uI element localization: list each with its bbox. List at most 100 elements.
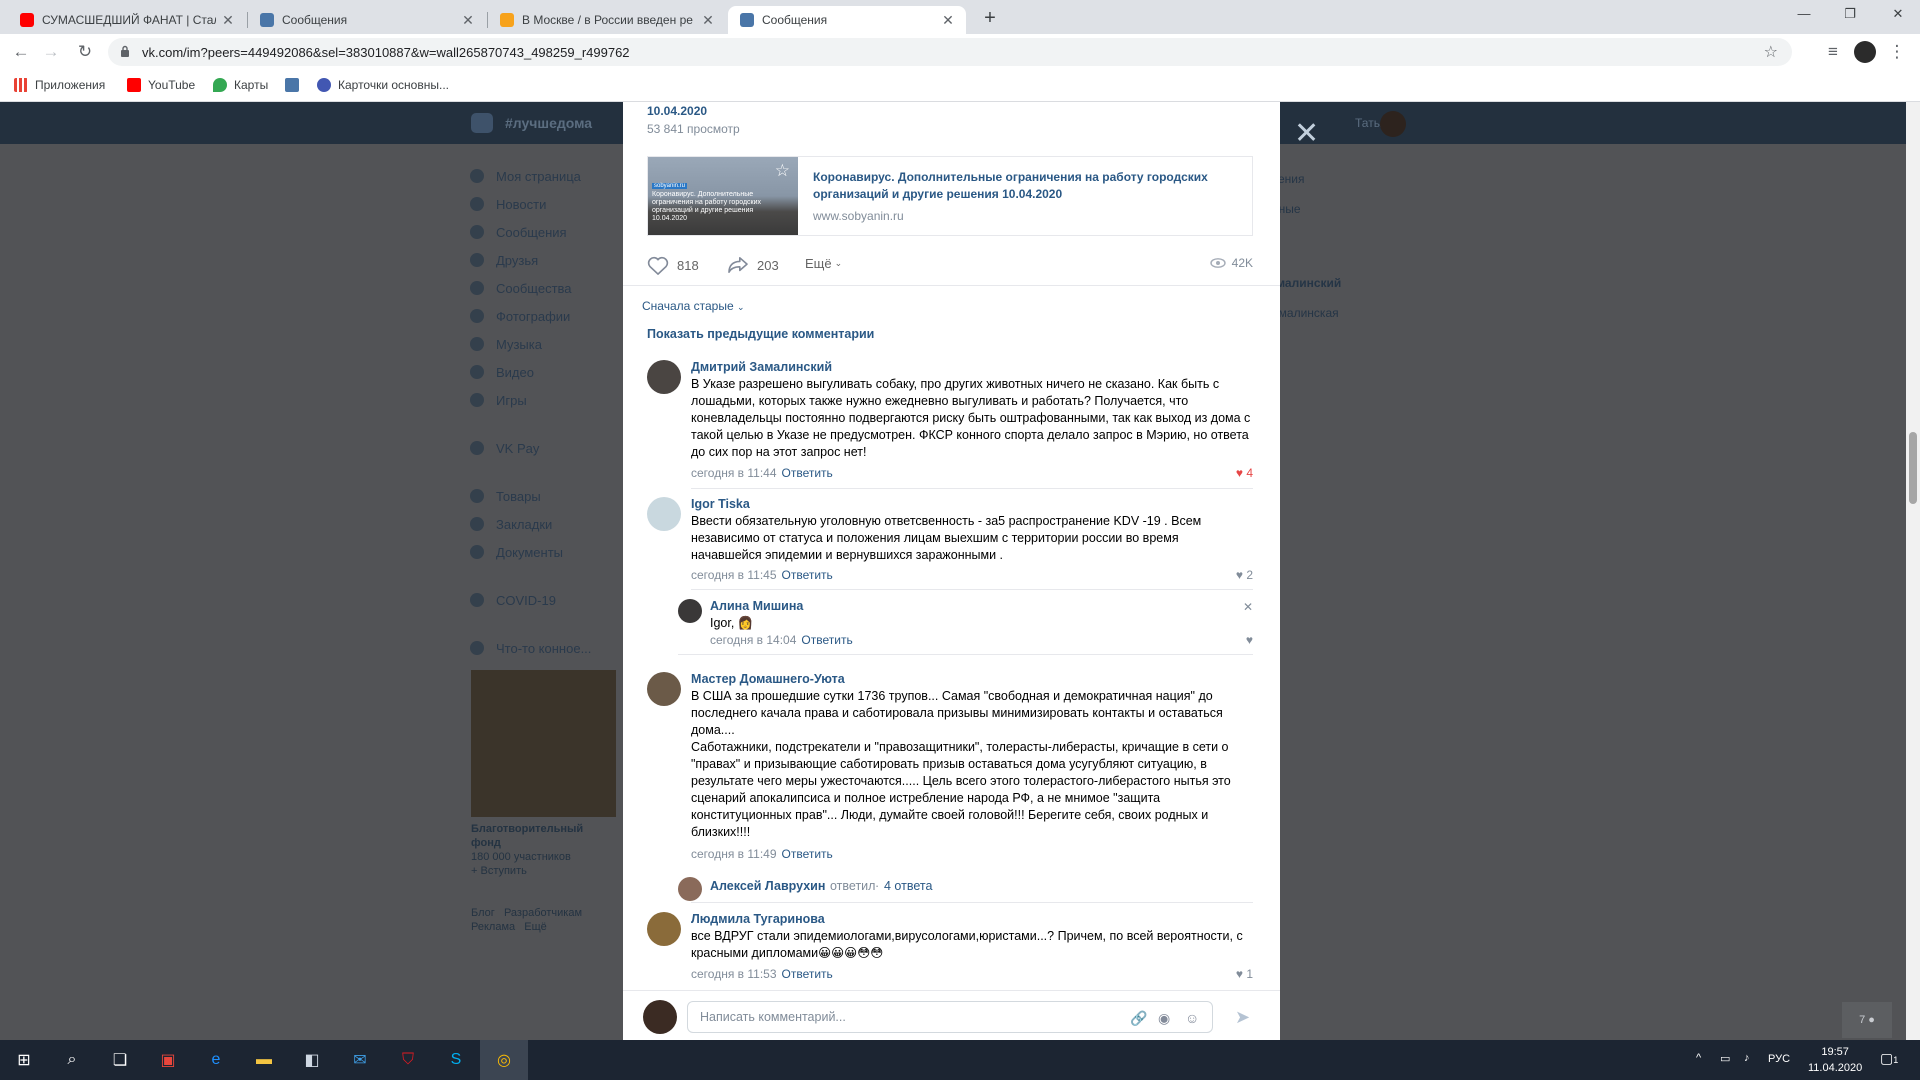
- menu-item[interactable]: Товары: [470, 482, 630, 510]
- avatar[interactable]: [643, 1000, 677, 1034]
- bookmark-vk[interactable]: [285, 78, 306, 92]
- close-icon[interactable]: ✕: [222, 12, 234, 29]
- scrollbar-thumb[interactable]: [1909, 432, 1917, 504]
- menu-item[interactable]: Моя страница: [470, 162, 630, 190]
- edge-icon[interactable]: e: [192, 1040, 240, 1080]
- thread-replies-count[interactable]: 4 ответа: [884, 879, 932, 893]
- close-icon[interactable]: ✕: [462, 12, 474, 29]
- footer-link[interactable]: Реклама: [471, 921, 515, 933]
- comment-like-button[interactable]: ♥ 4: [1236, 466, 1253, 480]
- address-bar[interactable]: vk.com/im?peers=449492086&sel=383010887&…: [108, 38, 1792, 66]
- reload-icon[interactable]: ↻: [74, 41, 96, 63]
- menu-item[interactable]: Музыка: [470, 330, 630, 358]
- reply-button[interactable]: Ответить: [782, 967, 833, 981]
- menu-item[interactable]: Игры: [470, 386, 630, 414]
- browser-tab[interactable]: В Москве / в России введен ре ✕: [488, 6, 726, 34]
- comment-time[interactable]: сегодня в 11:49: [691, 847, 777, 861]
- forward-icon[interactable]: →: [40, 41, 62, 63]
- comment-time[interactable]: сегодня в 11:53: [691, 967, 777, 981]
- bookmark-star-icon[interactable]: ☆: [1764, 42, 1778, 62]
- promo-join-button[interactable]: + Вступить: [471, 864, 591, 878]
- comment-like-button[interactable]: ♥: [1246, 633, 1253, 647]
- profile-avatar[interactable]: [1854, 41, 1876, 63]
- menu-item[interactable]: VK Pay: [470, 434, 630, 462]
- right-pane-item[interactable]: ...нные: [1262, 202, 1430, 216]
- more-button[interactable]: Ещё ⌄: [805, 256, 842, 271]
- menu-item[interactable]: Друзья: [470, 246, 630, 274]
- network-icon[interactable]: ▭: [1720, 1052, 1730, 1065]
- menu-item[interactable]: Закладки: [470, 510, 630, 538]
- comment-time[interactable]: сегодня в 11:45: [691, 568, 777, 582]
- footer-link[interactable]: Блог: [471, 907, 495, 919]
- browser-tab-active[interactable]: Сообщения ✕: [728, 6, 966, 34]
- link-card[interactable]: sobyanin.ru Коронавирус. Дополнительные …: [647, 156, 1253, 236]
- sort-comments-button[interactable]: Сначала старые ⌄: [642, 299, 745, 313]
- search-icon[interactable]: ⌕: [48, 1040, 96, 1080]
- browser-tab[interactable]: СУМАСШЕДШИЙ ФАНАТ | Стал ✕: [8, 6, 246, 34]
- minimize-icon[interactable]: —: [1792, 4, 1816, 24]
- menu-item[interactable]: Документы: [470, 538, 630, 566]
- media-icon[interactable]: ≡: [1822, 41, 1844, 63]
- thread-author[interactable]: Алексей Лаврухин: [710, 879, 825, 893]
- windows-start-icon[interactable]: ⊞: [0, 1040, 48, 1080]
- reply-button[interactable]: Ответить: [801, 633, 852, 647]
- comment-author[interactable]: Igor Tiska: [691, 497, 750, 511]
- comment-like-button[interactable]: ♥ 2: [1236, 568, 1253, 582]
- menu-item[interactable]: Новости: [470, 190, 630, 218]
- skype-icon[interactable]: S: [432, 1040, 480, 1080]
- bookmark-apps[interactable]: Приложения: [14, 78, 105, 92]
- menu-item[interactable]: Видео: [470, 358, 630, 386]
- camera-icon[interactable]: ◉: [1158, 1010, 1170, 1027]
- chevron-up-icon[interactable]: ^: [1696, 1052, 1701, 1064]
- window-close-icon[interactable]: ✕: [1886, 4, 1910, 24]
- menu-dots-icon[interactable]: ⋮: [1886, 41, 1908, 63]
- vk-logo-icon[interactable]: [471, 113, 493, 133]
- promo-title[interactable]: Благотворительный фонд: [471, 822, 591, 850]
- close-icon[interactable]: ✕: [942, 12, 954, 29]
- comment-author[interactable]: Людмила Тугаринова: [691, 912, 825, 926]
- delete-comment-icon[interactable]: ✕: [1243, 600, 1253, 614]
- language-indicator[interactable]: РУС: [1768, 1053, 1790, 1065]
- comment-time[interactable]: сегодня в 14:04: [710, 633, 796, 647]
- avatar[interactable]: [678, 599, 702, 623]
- task-view-icon[interactable]: ❏: [96, 1040, 144, 1080]
- emoji-icon[interactable]: ☺: [1185, 1010, 1199, 1026]
- menu-item[interactable]: Что-то конное...: [470, 634, 630, 662]
- share-button[interactable]: 203: [727, 256, 779, 274]
- menu-item[interactable]: COVID-19: [470, 586, 630, 614]
- restore-icon[interactable]: ❐: [1838, 4, 1862, 24]
- browser-tab[interactable]: Сообщения ✕: [248, 6, 486, 34]
- store-icon[interactable]: ◧: [288, 1040, 336, 1080]
- footer-link[interactable]: Ещё: [524, 921, 547, 933]
- notifications-icon[interactable]: ▢1: [1880, 1050, 1898, 1067]
- reply-button[interactable]: Ответить: [782, 466, 833, 480]
- favorite-star-icon[interactable]: ☆: [775, 161, 790, 181]
- attach-icon[interactable]: 🔗: [1130, 1010, 1147, 1027]
- antivirus-icon[interactable]: ⛉: [384, 1040, 432, 1080]
- comment-author[interactable]: Алина Мишина: [710, 599, 803, 613]
- avatar[interactable]: [647, 912, 681, 946]
- menu-item[interactable]: Сообщения1: [470, 218, 630, 246]
- avatar[interactable]: [678, 877, 702, 901]
- page-scrollbar[interactable]: [1906, 102, 1920, 1040]
- menu-item[interactable]: Фотографии: [470, 302, 630, 330]
- avatar[interactable]: [1380, 111, 1406, 137]
- show-previous-comments[interactable]: Показать предыдущие комментарии: [647, 327, 874, 341]
- volume-icon[interactable]: ♪: [1744, 1052, 1750, 1064]
- link-thumbnail[interactable]: sobyanin.ru Коронавирус. Дополнительные …: [648, 157, 798, 235]
- menu-item[interactable]: Сообщества: [470, 274, 630, 302]
- footer-link[interactable]: Разработчикам: [504, 907, 582, 919]
- send-icon[interactable]: ➤: [1235, 1007, 1250, 1028]
- like-button[interactable]: 818: [647, 256, 699, 275]
- avatar[interactable]: [647, 497, 681, 531]
- bookmark-quizlet[interactable]: Карточки основны...: [317, 78, 449, 92]
- link-title[interactable]: Коронавирус. Дополнительные ограничения …: [813, 169, 1233, 203]
- comment-author[interactable]: Дмитрий Замалинский: [691, 360, 832, 374]
- bookmark-youtube[interactable]: YouTube: [127, 78, 195, 92]
- right-pane-item[interactable]: ...сения: [1262, 172, 1430, 186]
- comment-time[interactable]: сегодня в 11:44: [691, 466, 777, 480]
- promo-image[interactable]: [471, 670, 616, 817]
- file-explorer-icon[interactable]: ▬: [240, 1040, 288, 1080]
- gift-app-icon[interactable]: ▣: [144, 1040, 192, 1080]
- right-pane-name[interactable]: ...амалинская: [1262, 306, 1430, 320]
